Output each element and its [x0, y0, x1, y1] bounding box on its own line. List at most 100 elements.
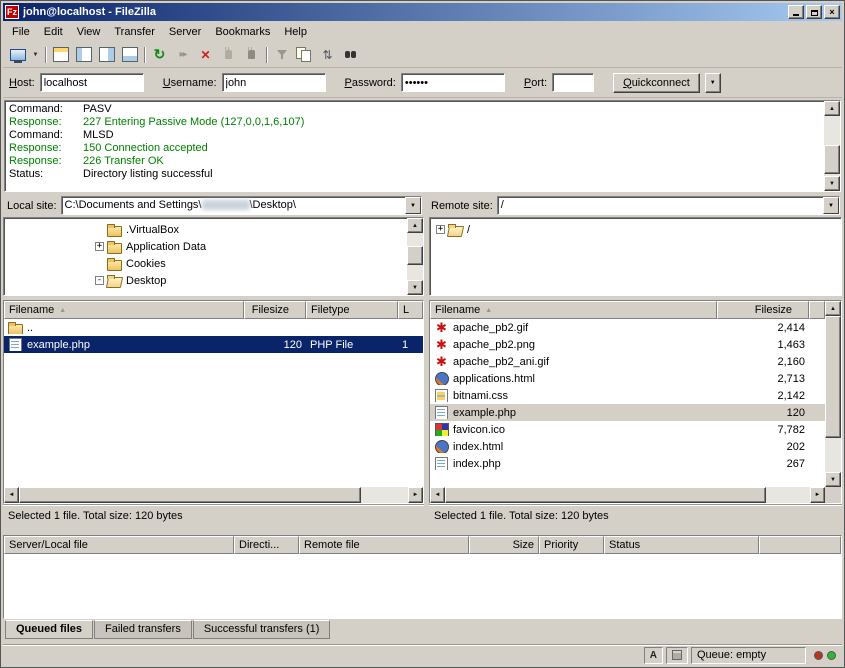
toolbar-button[interactable] — [95, 44, 118, 66]
column-header[interactable]: Status — [604, 536, 759, 554]
column-header[interactable]: Filename▲ — [430, 301, 717, 319]
file-row[interactable]: index.html 202 — [430, 438, 825, 455]
toolbar-button[interactable] — [148, 44, 171, 66]
password-input[interactable] — [401, 73, 505, 92]
toolbar-button[interactable] — [6, 44, 29, 66]
column-header[interactable]: L▲ — [398, 301, 423, 319]
tree-item[interactable]: Cookies — [4, 255, 407, 272]
column-header[interactable]: Filename▲ — [4, 301, 244, 319]
tree-item[interactable]: .VirtualBox — [4, 221, 407, 238]
username-input[interactable] — [222, 73, 326, 92]
queue-tab[interactable]: Queued files — [5, 620, 93, 639]
column-header[interactable]: Size — [469, 536, 539, 554]
tree-expander[interactable]: + — [436, 225, 445, 234]
tree-item[interactable]: - Desktop — [4, 272, 407, 289]
horizontal-splitter[interactable] — [3, 527, 842, 535]
queue-tab[interactable]: Failed transfers — [94, 620, 192, 639]
menu-item[interactable]: View — [70, 24, 108, 40]
column-header[interactable] — [759, 536, 841, 554]
toolbar-button[interactable] — [270, 44, 293, 66]
transfer-type-icon[interactable] — [644, 647, 663, 664]
scroll-left-button[interactable]: ◄ — [430, 487, 445, 503]
scroll-right-button[interactable]: ► — [408, 487, 423, 503]
menu-item[interactable]: Bookmarks — [208, 24, 277, 40]
toolbar-button[interactable] — [29, 44, 42, 66]
combo-dropdown-icon[interactable] — [405, 197, 421, 214]
scroll-track[interactable] — [407, 233, 423, 280]
file-row[interactable]: .. — [4, 319, 423, 336]
file-row[interactable]: example.php 120 — [430, 404, 825, 421]
toolbar-button[interactable] — [316, 44, 339, 66]
combo-dropdown-icon[interactable] — [823, 197, 839, 214]
tree-expander[interactable]: - — [95, 276, 104, 285]
file-row[interactable]: apache_pb2.png 1,463 — [430, 336, 825, 353]
local-tree-scrollbar[interactable]: ▲ ▼ — [407, 218, 423, 295]
maximize-button[interactable] — [806, 5, 822, 19]
menu-item[interactable]: Help — [277, 24, 314, 40]
log-scrollbar[interactable]: ▲ ▼ — [824, 101, 840, 191]
encryption-icon[interactable] — [666, 647, 688, 664]
file-row[interactable]: apache_pb2.gif 2,414 — [430, 319, 825, 336]
host-input[interactable] — [40, 73, 144, 92]
scroll-thumb[interactable] — [825, 316, 841, 438]
remote-hscrollbar[interactable]: ◄ ► — [430, 487, 825, 503]
toolbar-button[interactable] — [118, 44, 141, 66]
file-row[interactable]: bitnami.css 2,142 — [430, 387, 825, 404]
scroll-track[interactable] — [825, 316, 841, 472]
toolbar-button[interactable] — [49, 44, 72, 66]
port-input[interactable] — [552, 73, 594, 92]
column-header[interactable]: ▲ — [809, 301, 825, 319]
column-header[interactable]: Filetype▲ — [306, 301, 398, 319]
titlebar[interactable]: Fz john@localhost - FileZilla × — [3, 3, 842, 21]
file-row[interactable]: favicon.ico 7,782 — [430, 421, 825, 438]
scroll-up-button[interactable]: ▲ — [407, 218, 423, 233]
tree-item[interactable]: + / — [430, 221, 841, 238]
menu-item[interactable]: File — [5, 24, 37, 40]
file-row[interactable]: example.php 120 PHP File 1 — [4, 336, 423, 353]
remote-site-combo[interactable]: / — [497, 196, 840, 215]
toolbar-button[interactable] — [240, 44, 263, 66]
scroll-up-button[interactable]: ▲ — [824, 101, 840, 116]
file-row[interactable]: index.php 267 — [430, 455, 825, 472]
column-header[interactable]: Remote file — [299, 536, 469, 554]
scroll-track[interactable] — [19, 487, 408, 503]
toolbar-button[interactable] — [217, 44, 240, 66]
scroll-thumb[interactable] — [19, 487, 361, 503]
scroll-track[interactable] — [445, 487, 810, 503]
scroll-right-button[interactable]: ► — [810, 487, 825, 503]
toolbar-button[interactable] — [141, 44, 148, 66]
scroll-thumb[interactable] — [407, 246, 423, 265]
queue-tab[interactable]: Successful transfers (1) — [193, 620, 331, 639]
menu-item[interactable]: Edit — [37, 24, 70, 40]
column-header[interactable]: Server/Local file — [4, 536, 234, 554]
column-header[interactable]: Priority — [539, 536, 604, 554]
scroll-down-button[interactable]: ▼ — [407, 280, 423, 295]
toolbar-button[interactable] — [194, 44, 217, 66]
toolbar-button[interactable] — [339, 44, 362, 66]
tree-expander[interactable]: + — [95, 242, 104, 251]
toolbar-button[interactable] — [263, 44, 270, 66]
toolbar-button[interactable] — [293, 44, 316, 66]
toolbar-button[interactable] — [171, 44, 194, 66]
column-header[interactable]: Filesize▲ — [717, 301, 809, 319]
local-hscrollbar[interactable]: ◄ ► — [4, 487, 423, 503]
menu-item[interactable]: Server — [162, 24, 208, 40]
minimize-button[interactable] — [788, 5, 804, 19]
toolbar-button[interactable] — [72, 44, 95, 66]
scroll-thumb[interactable] — [824, 145, 840, 174]
scroll-left-button[interactable]: ◄ — [4, 487, 19, 503]
column-header[interactable]: Directi... — [234, 536, 299, 554]
close-button[interactable]: × — [824, 5, 840, 19]
column-header[interactable]: Filesize▲ — [244, 301, 306, 319]
scroll-up-button[interactable]: ▲ — [825, 301, 841, 316]
scroll-track[interactable] — [824, 116, 840, 176]
scroll-thumb[interactable] — [445, 487, 766, 503]
menu-item[interactable]: Transfer — [107, 24, 162, 40]
remote-vscrollbar[interactable]: ▲ ▼ — [825, 301, 841, 487]
tree-item[interactable]: + Application Data — [4, 238, 407, 255]
file-row[interactable]: applications.html 2,713 — [430, 370, 825, 387]
quickconnect-button[interactable]: Quickconnect — [613, 73, 700, 93]
scroll-down-button[interactable]: ▼ — [824, 176, 840, 191]
scroll-down-button[interactable]: ▼ — [825, 472, 841, 487]
local-site-combo[interactable]: C:\Documents and Settings\\Desktop\ — [61, 196, 422, 215]
